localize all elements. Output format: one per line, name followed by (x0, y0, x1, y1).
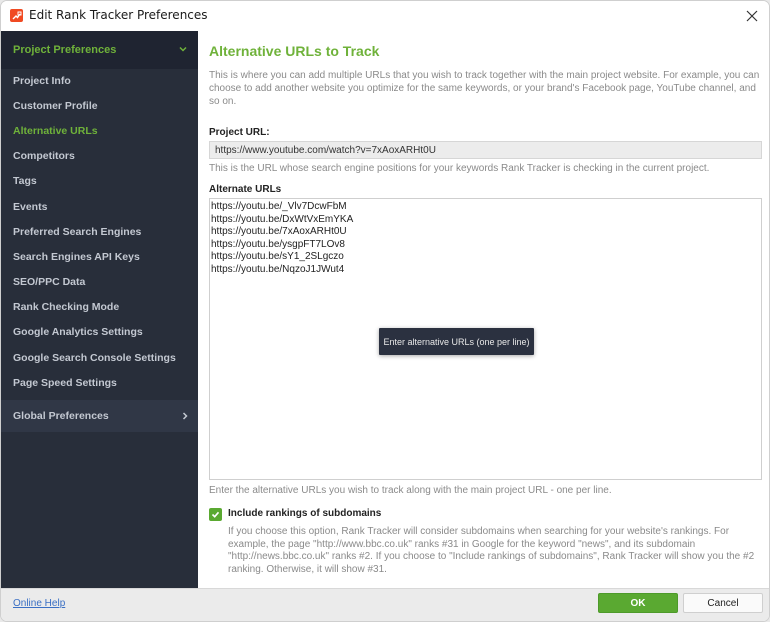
sidebar-item-preferred-search-engines[interactable]: Preferred Search Engines (1, 219, 198, 244)
close-icon (746, 10, 758, 22)
chevron-down-icon (179, 46, 187, 52)
footer: Online Help OK Cancel (1, 588, 769, 621)
intro-text: This is where you can add multiple URLs … (209, 70, 760, 107)
sidebar-item-project-info[interactable]: Project Info (1, 68, 198, 93)
rank-tracker-logo-icon (10, 9, 23, 22)
content-panel: Alternative URLs to Track This is where … (198, 31, 769, 588)
alternate-urls-hint: Enter the alternative URLs you wish to t… (209, 485, 612, 496)
sidebar-item-tags[interactable]: Tags (1, 169, 198, 194)
sidebar-item-events[interactable]: Events (1, 194, 198, 219)
tooltip: Enter alternative URLs (one per line) (379, 328, 534, 355)
include-subdomains-description: If you choose this option, Rank Tracker … (228, 526, 755, 575)
sidebar-item-seo-ppc-data[interactable]: SEO/PPC Data (1, 270, 198, 295)
checkmark-icon (211, 511, 220, 518)
sidebar-item-alternative-urls[interactable]: Alternative URLs (1, 118, 198, 143)
window-title: Edit Rank Tracker Preferences (29, 8, 208, 22)
sidebar-section-project-preferences[interactable]: Project Preferences (1, 31, 198, 69)
preferences-dialog: Edit Rank Tracker Preferences Project Pr… (0, 0, 770, 622)
global-preferences-label: Global Preferences (13, 410, 109, 422)
title-bar: Edit Rank Tracker Preferences (1, 1, 769, 31)
sidebar: Project Preferences Project Info Customer… (1, 31, 198, 588)
sidebar-item-customer-profile[interactable]: Customer Profile (1, 93, 198, 118)
include-subdomains-label[interactable]: Include rankings of subdomains (228, 508, 381, 519)
sidebar-section-label: Project Preferences (13, 44, 117, 56)
ok-button[interactable]: OK (598, 593, 678, 613)
sidebar-item-page-speed-settings[interactable]: Page Speed Settings (1, 370, 198, 395)
sidebar-section-global-preferences[interactable]: Global Preferences (1, 400, 198, 432)
cancel-button[interactable]: Cancel (683, 593, 763, 613)
project-url-field: https://www.youtube.com/watch?v=7xAoxARH… (209, 141, 762, 159)
sidebar-list: Project Info Customer Profile Alternative … (1, 68, 198, 395)
sidebar-item-rank-checking-mode[interactable]: Rank Checking Mode (1, 295, 198, 320)
page-title: Alternative URLs to Track (209, 43, 380, 59)
chevron-right-icon (182, 412, 188, 420)
online-help-link[interactable]: Online Help (13, 598, 65, 609)
alternate-urls-label: Alternate URLs (209, 184, 282, 195)
close-button[interactable] (741, 5, 763, 27)
project-url-label: Project URL: (209, 127, 270, 138)
sidebar-item-search-engines-api-keys[interactable]: Search Engines API Keys (1, 244, 198, 269)
project-url-hint: This is the URL whose search engine posi… (209, 163, 710, 174)
include-subdomains-checkbox[interactable] (209, 508, 222, 521)
sidebar-item-google-search-console-settings[interactable]: Google Search Console Settings (1, 345, 198, 370)
sidebar-item-competitors[interactable]: Competitors (1, 144, 198, 169)
sidebar-item-google-analytics-settings[interactable]: Google Analytics Settings (1, 320, 198, 345)
